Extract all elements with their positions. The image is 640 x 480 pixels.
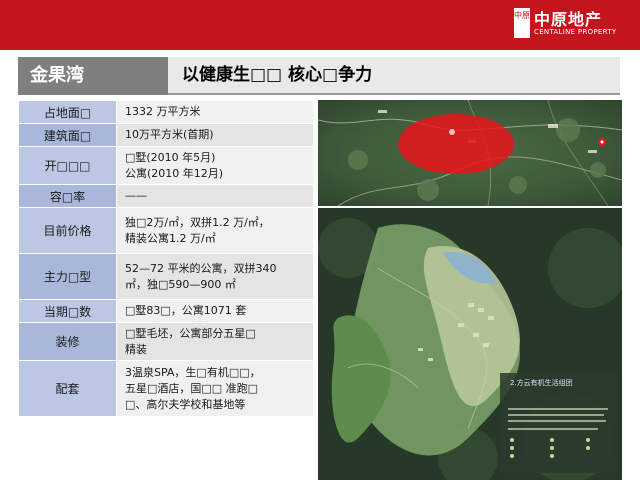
row-value: 3温泉SPA，生□有机□□， 五星□酒店，国□□ 准跑□ □、高尔夫学校和基地等 xyxy=(116,360,314,417)
row-value-line: □墅(2010 年5月) xyxy=(125,150,216,164)
row-value-line: 3温泉SPA，生□有机□□， xyxy=(125,365,261,379)
satellite-map-image xyxy=(318,100,622,206)
table-row: 容□率 —— xyxy=(18,184,314,208)
table-row: 目前价格 独□2万/㎡，双拼1.2 万/㎡， 精装公寓1.2 万/㎡ xyxy=(18,207,314,254)
logo-text-cn: 中原地产 xyxy=(534,10,603,29)
row-value: 52—72 平米的公寓，双拼340 ㎡，独□590—900 ㎡ xyxy=(116,253,314,300)
row-label: 目前价格 xyxy=(18,207,117,254)
row-value-line: 52—72 平米的公寓，双拼340 xyxy=(125,261,277,275)
row-value-line: □墅毛坯，公寓部分五星□ xyxy=(125,326,256,340)
table-row: 配套 3温泉SPA，生□有机□□， 五星□酒店，国□□ 准跑□ □、高尔夫学校和基地等 xyxy=(18,360,314,417)
master-plan-map: 2.方云有机生活组团 xyxy=(318,208,622,480)
row-value-line: 精装公寓1.2 万/㎡ xyxy=(125,231,216,245)
project-area-highlight xyxy=(398,114,514,174)
row-value-line: 公寓(2010 年12月) xyxy=(125,166,224,180)
row-value: □墅(2010 年5月) 公寓(2010 年12月) xyxy=(116,146,314,185)
project-info-table: 占地面□ 1332 万平方米 建筑面□ 10万平方米(首期) 开□□□ □墅(2010 年… xyxy=(18,100,314,417)
row-label: 占地面□ xyxy=(18,100,117,124)
logo-seal: 中原 xyxy=(514,8,530,38)
table-row: 主力□型 52—72 平米的公寓，双拼340 ㎡，独□590—900 ㎡ xyxy=(18,253,314,300)
row-value-line: 五星□酒店，国□□ 准跑□ xyxy=(125,381,259,395)
table-row: 占地面□ 1332 万平方米 xyxy=(18,100,314,124)
row-value-line: ㎡，独□590—900 ㎡ xyxy=(125,277,236,291)
row-value-line: 10万平方米(首期) xyxy=(125,128,214,141)
row-value: 1332 万平方米 xyxy=(116,100,314,124)
table-row: 当期□数 □墅83□，公寓1071 套 xyxy=(18,299,314,323)
row-value: 独□2万/㎡，双拼1.2 万/㎡， 精装公寓1.2 万/㎡ xyxy=(116,207,314,254)
row-label: 开□□□ xyxy=(18,146,117,185)
row-label: 配套 xyxy=(18,360,117,417)
master-plan-image xyxy=(318,208,622,480)
row-label: 装修 xyxy=(18,322,117,361)
row-value-line: 精装 xyxy=(125,342,147,356)
row-value-line: □、高尔夫学校和基地等 xyxy=(125,397,246,411)
row-value: □墅83□，公寓1071 套 xyxy=(116,299,314,323)
slide-headline: 以健康生□□ 核心□争力 xyxy=(168,57,620,95)
location-satellite-map xyxy=(318,100,622,206)
row-value-line: 独□2万/㎡，双拼1.2 万/㎡， xyxy=(125,215,270,229)
table-row: 建筑面□ 10万平方米(首期) xyxy=(18,123,314,147)
table-row: 装修 □墅毛坯，公寓部分五星□ 精装 xyxy=(18,322,314,361)
row-label: 主力□型 xyxy=(18,253,117,300)
row-value-line: □墅83□，公寓1071 套 xyxy=(125,304,247,317)
row-value: 10万平方米(首期) xyxy=(116,123,314,147)
row-value: —— xyxy=(116,184,314,208)
row-label: 当期□数 xyxy=(18,299,117,323)
row-label: 容□率 xyxy=(18,184,117,208)
row-label: 建筑面□ xyxy=(18,123,117,147)
plan-caption: 2.方云有机生活组团 xyxy=(510,379,573,387)
row-value-line: 1332 万平方米 xyxy=(125,105,201,118)
project-name: 金果湾 xyxy=(18,57,168,95)
table-row: 开□□□ □墅(2010 年5月) 公寓(2010 年12月) xyxy=(18,146,314,185)
logo-text-en: CENTALINE PROPERTY xyxy=(534,28,617,36)
centaline-logo: 中原 中原地产 CENTALINE PROPERTY xyxy=(514,6,634,42)
row-value-line: —— xyxy=(125,189,147,202)
row-value: □墅毛坯，公寓部分五星□ 精装 xyxy=(116,322,314,361)
header-band: 中原 中原地产 CENTALINE PROPERTY xyxy=(0,0,640,50)
